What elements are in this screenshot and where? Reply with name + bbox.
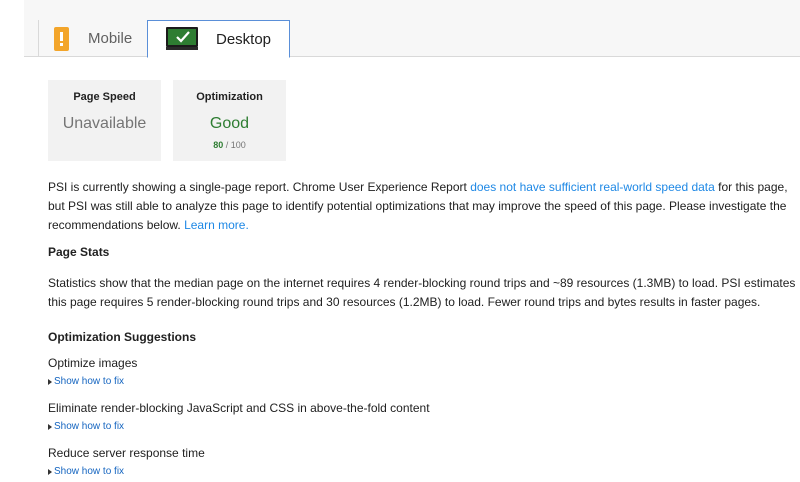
- suggestion-fix-row: Show how to fix: [48, 421, 798, 432]
- tab-mobile-label: Mobile: [88, 30, 133, 47]
- optimization-suggestions-heading: Optimization Suggestions: [48, 330, 197, 344]
- show-how-to-fix-label: Show how to fix: [54, 421, 125, 432]
- optimization-value: Good: [209, 115, 250, 132]
- device-tab-bar: Mobile Desktop: [0, 0, 800, 58]
- suggestion-item: Eliminate render-blocking JavaScript and…: [48, 401, 798, 415]
- monitor-check-icon: [166, 27, 198, 51]
- crux-data-link[interactable]: does not have sufficient real-world spee…: [470, 180, 715, 194]
- intro-text-1: PSI is currently showing a single-page r…: [48, 180, 471, 194]
- phone-warning-icon: [54, 26, 69, 51]
- optimization-score-max: / 100: [223, 140, 246, 150]
- tab-bar-spacer: [0, 0, 24, 57]
- suggestion-item: Optimize images: [48, 356, 798, 370]
- optimization-title: Optimization: [196, 91, 263, 103]
- optimization-score-card: Optimization Good 80 / 100: [173, 80, 286, 161]
- suggestion-fix-row: Show how to fix: [48, 376, 798, 387]
- suggestion-fix-row: Show how to fix: [48, 466, 798, 477]
- suggestion-title: Optimize images: [48, 356, 138, 370]
- suggestion-title: Eliminate render-blocking JavaScript and…: [48, 401, 430, 415]
- page-speed-value: Unavailable: [62, 115, 147, 132]
- show-how-to-fix-link[interactable]: Show how to fix: [48, 466, 798, 477]
- intro-section: PSI is currently showing a single-page r…: [48, 178, 798, 235]
- page-speed-score-card: Page Speed Unavailable: [48, 80, 161, 161]
- show-how-to-fix-label: Show how to fix: [54, 376, 125, 387]
- show-how-to-fix-label: Show how to fix: [54, 466, 125, 477]
- page-stats-heading: Page Stats: [48, 245, 110, 259]
- suggestion-item: Reduce server response time: [48, 446, 798, 460]
- optimization-score: 80 / 100: [173, 140, 286, 150]
- monitor-screen: [166, 27, 198, 47]
- show-how-to-fix-link[interactable]: Show how to fix: [48, 421, 798, 432]
- suggestion-title: Reduce server response time: [48, 446, 205, 460]
- tab-mobile[interactable]: Mobile: [38, 20, 146, 57]
- page-stats-text: Statistics show that the median page on …: [48, 276, 796, 309]
- optimization-suggestions-section: Optimization Suggestions: [48, 330, 798, 344]
- page-stats-body: Statistics show that the median page on …: [48, 274, 798, 312]
- show-how-to-fix-link[interactable]: Show how to fix: [48, 376, 798, 387]
- monitor-base: [166, 47, 198, 50]
- expand-triangle-icon: [48, 423, 52, 430]
- intro-paragraph: PSI is currently showing a single-page r…: [48, 178, 798, 235]
- checkmark-icon: [176, 31, 190, 43]
- optimization-score-number: 80: [213, 140, 224, 150]
- page-stats-section: Page Stats: [48, 245, 798, 259]
- page-speed-title: Page Speed: [73, 91, 136, 103]
- tab-desktop-label: Desktop: [216, 30, 272, 48]
- learn-more-link[interactable]: Learn more.: [184, 218, 249, 232]
- expand-triangle-icon: [48, 468, 52, 475]
- tab-desktop[interactable]: Desktop: [147, 20, 290, 58]
- expand-triangle-icon: [48, 378, 52, 385]
